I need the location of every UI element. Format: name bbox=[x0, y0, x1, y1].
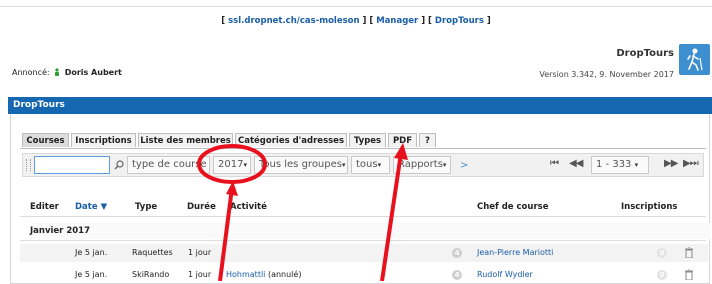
participants-badge: 4 bbox=[452, 270, 462, 280]
year-select[interactable]: 2017▾ bbox=[213, 156, 251, 174]
status-select[interactable]: tous▾ bbox=[351, 156, 390, 174]
chevron-down-icon: ▾ bbox=[377, 161, 382, 169]
row-chef-link[interactable]: Rudolf Wydler bbox=[477, 266, 533, 284]
row-duree: 1 jour bbox=[188, 270, 212, 279]
row-activite-status: (annulé) bbox=[265, 270, 302, 279]
app-name: DropTours bbox=[616, 48, 674, 59]
tab-inscriptions[interactable]: Inscriptions bbox=[71, 133, 136, 147]
chevron-down-icon: ▾ bbox=[243, 161, 247, 169]
participants-badge: 4 bbox=[452, 248, 462, 258]
chevron-down-icon: ▾ bbox=[341, 161, 346, 169]
status-value: tous bbox=[356, 159, 378, 170]
last-page-icon[interactable]: ▶⏭ bbox=[683, 158, 699, 169]
col-date-label: Date bbox=[75, 202, 98, 212]
col-duree: Durée bbox=[187, 202, 216, 212]
tab-help[interactable]: ? bbox=[419, 133, 436, 147]
next-page-icon[interactable]: ▶▶ bbox=[664, 158, 678, 169]
section-title: DropTours bbox=[8, 97, 712, 114]
tab-divider bbox=[20, 148, 706, 149]
page-range-select[interactable]: 1 - 333 ▾ bbox=[591, 156, 649, 174]
col-editer: Editer bbox=[30, 202, 59, 212]
page-range-value: 1 - 333 bbox=[596, 159, 632, 170]
tab-courses[interactable]: Courses bbox=[22, 133, 69, 147]
row-date: Je 5 jan. bbox=[75, 270, 108, 279]
version-label: Version 3.342, 9. November 2017 bbox=[539, 70, 674, 79]
person-icon bbox=[55, 68, 60, 76]
col-inscriptions: Inscriptions bbox=[621, 202, 678, 212]
announced-user: Annoncé: Doris Aubert bbox=[12, 68, 122, 77]
trash-icon[interactable] bbox=[685, 269, 693, 280]
month-divider bbox=[20, 240, 706, 241]
table-row[interactable]: Je 5 jan. SkiRando 1 jour Hohmattli (ann… bbox=[20, 266, 708, 284]
col-date[interactable]: Date ▼ bbox=[75, 202, 107, 212]
top-divider bbox=[0, 6, 712, 7]
type-filter-value: type de course bbox=[132, 159, 207, 170]
reports-menu[interactable]: Rapports▾ bbox=[393, 156, 451, 174]
row-type: Raquettes bbox=[132, 248, 173, 257]
groups-value: Tous les groupes bbox=[259, 159, 342, 170]
hiker-logo-icon bbox=[679, 44, 710, 75]
row-activite-link[interactable]: Hohmattli bbox=[226, 270, 265, 279]
sort-down-icon: ▼ bbox=[100, 202, 108, 212]
announced-label: Annoncé: bbox=[12, 68, 50, 77]
header-divider bbox=[20, 216, 706, 217]
col-type: Type bbox=[135, 202, 158, 212]
search-input[interactable] bbox=[34, 156, 110, 174]
chevron-down-icon: ▾ bbox=[442, 161, 447, 169]
tab-types[interactable]: Types bbox=[349, 133, 386, 147]
row-date: Je 5 jan. bbox=[75, 248, 108, 257]
reports-label: Rapports bbox=[398, 159, 443, 170]
col-activite: Activité bbox=[230, 202, 267, 212]
month-heading: Janvier 2017 bbox=[30, 223, 710, 239]
tab-membres[interactable]: Liste des membres bbox=[138, 133, 233, 147]
table-row[interactable]: Je 5 jan. Raquettes 1 jour 4 Jean-Pierre… bbox=[20, 244, 708, 262]
search-icon[interactable] bbox=[114, 160, 124, 170]
row-duree: 1 jour bbox=[188, 248, 212, 257]
trash-icon[interactable] bbox=[685, 247, 693, 258]
chevron-down-icon: ▾ bbox=[634, 161, 639, 169]
tab-pdf[interactable]: PDF bbox=[388, 133, 417, 147]
link-manager[interactable]: Manager bbox=[376, 16, 418, 26]
inscriptions-badge: 0 bbox=[657, 270, 667, 280]
row-activite: Hohmattli (annulé) bbox=[226, 266, 301, 284]
row-chef-link[interactable]: Jean-Pierre Mariotti bbox=[477, 244, 553, 262]
type-filter-select[interactable]: type de course bbox=[127, 156, 210, 174]
prev-page-icon[interactable]: ◀◀ bbox=[569, 158, 583, 169]
year-value: 2017 bbox=[218, 159, 244, 170]
link-droptours[interactable]: DropTours bbox=[435, 16, 484, 26]
link-site[interactable]: ssl.dropnet.ch/cas-moleson bbox=[228, 16, 359, 26]
grip-handle[interactable] bbox=[26, 159, 31, 171]
col-chef: Chef de course bbox=[477, 202, 549, 212]
first-page-icon[interactable]: ⏮ bbox=[550, 158, 559, 169]
top-links: [ ssl.dropnet.ch/cas-moleson ] [ Manager… bbox=[221, 16, 491, 26]
inscriptions-badge: 0 bbox=[657, 248, 667, 258]
groups-select[interactable]: Tous les groupes▾ bbox=[254, 156, 348, 174]
next-arrow[interactable]: > bbox=[460, 160, 468, 171]
tab-categories[interactable]: Catégories d'adresses bbox=[235, 133, 347, 147]
row-type: SkiRando bbox=[132, 270, 170, 279]
announced-name[interactable]: Doris Aubert bbox=[65, 68, 122, 77]
